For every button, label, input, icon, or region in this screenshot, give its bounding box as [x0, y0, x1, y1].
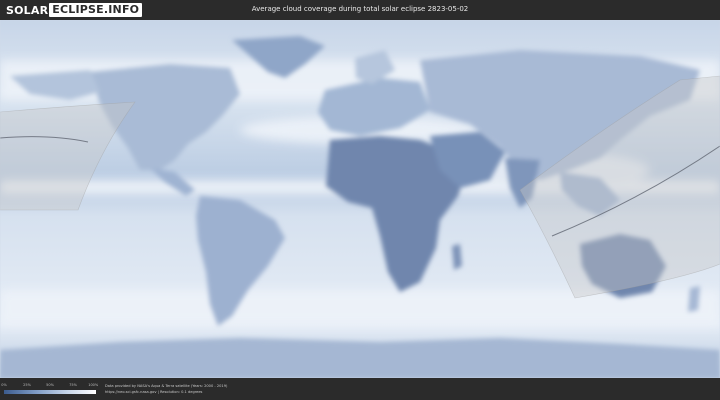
legend-ticks: 0% 25% 50% 75% 100%	[1, 383, 99, 389]
cloud-coverage-map	[0, 20, 720, 378]
antarctica	[0, 338, 720, 378]
credit-line-2: https://neo.sci.gsfc.nasa.gov | Resoluti…	[105, 390, 203, 394]
credit-line-1: Data provided by NASA's Aqua & Terra sat…	[105, 384, 228, 388]
page-title: Average cloud coverage during total sola…	[251, 5, 469, 13]
legend-tick-25: 25%	[23, 383, 31, 387]
legend-tick-100: 100%	[88, 383, 99, 387]
cloud-coverage-legend	[4, 390, 96, 394]
legend-tick-50: 50%	[46, 383, 54, 387]
footer-bar: 0% 25% 50% 75% 100% Data provided by NAS…	[0, 378, 720, 400]
header-bar: SOLAR ECLIPSE.INFO Average cloud coverag…	[0, 0, 720, 20]
legend-tick-75: 75%	[69, 383, 77, 387]
legend-tick-0: 0%	[1, 383, 7, 387]
